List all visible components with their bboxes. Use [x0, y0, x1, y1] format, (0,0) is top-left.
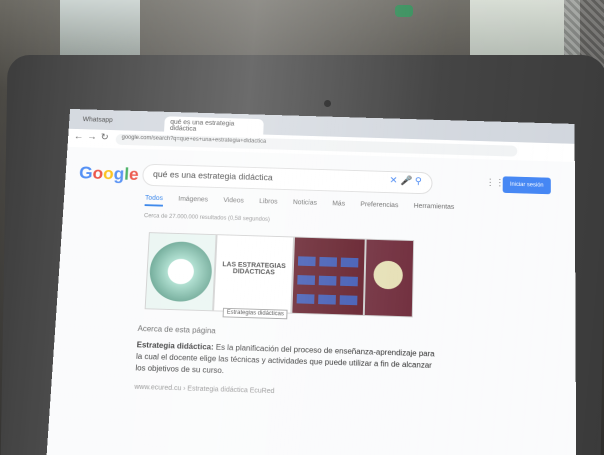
- image-title: LAS ESTRATEGIAS DIDÁCTICAS: [222, 261, 286, 277]
- mic-icon[interactable]: 🎤: [400, 176, 412, 186]
- search-icon[interactable]: ⚲: [415, 176, 422, 186]
- featured-snippet: Estrategia didáctica: Es la planificació…: [135, 340, 442, 384]
- tab-images[interactable]: Imágenes: [178, 196, 208, 203]
- photo-scene: Whatsapp qué es una estrategia didáctica…: [0, 0, 604, 455]
- image-result[interactable]: [363, 238, 415, 318]
- webcam: [324, 100, 331, 107]
- google-logo[interactable]: Google: [79, 164, 140, 185]
- forward-icon[interactable]: →: [87, 132, 97, 142]
- signin-button[interactable]: Iniciar sesión: [502, 176, 551, 195]
- laptop-screen: Whatsapp qué es una estrategia didáctica…: [46, 108, 577, 455]
- search-results-page: Google qué es una estrategia didáctica ✕…: [46, 146, 577, 455]
- tab-books[interactable]: Libros: [259, 198, 278, 205]
- background-object: [395, 5, 413, 17]
- snippet-term: Estrategia didáctica:: [136, 340, 214, 352]
- about-page-link[interactable]: Acerca de esta página: [137, 324, 215, 335]
- search-input[interactable]: qué es una estrategia didáctica ✕ 🎤 ⚲: [141, 163, 433, 195]
- result-source[interactable]: www.ecured.cu › Estrategia didáctica Ecu…: [134, 384, 274, 395]
- tab-videos[interactable]: Videos: [223, 197, 244, 204]
- clear-icon[interactable]: ✕: [389, 176, 397, 186]
- image-result[interactable]: LAS ESTRATEGIAS DIDÁCTICAS: [213, 234, 295, 314]
- search-query: qué es una estrategia didáctica: [152, 169, 273, 183]
- result-count: Cerca de 27.000.000 resultados (0,58 seg…: [143, 213, 270, 223]
- tab-all[interactable]: Todos: [144, 194, 164, 207]
- tooltip: Estrategias didácticas: [222, 307, 288, 320]
- tab-more[interactable]: Más: [332, 201, 345, 208]
- reload-icon[interactable]: ↻: [100, 132, 109, 142]
- image-results: LAS ESTRATEGIAS DIDÁCTICAS: [144, 232, 439, 326]
- tab-news[interactable]: Noticias: [293, 199, 317, 206]
- background-window: [60, 0, 140, 60]
- back-icon[interactable]: ←: [74, 132, 84, 142]
- image-result[interactable]: [291, 236, 366, 316]
- search-tabs: Todos Imágenes Videos Libros Noticias Má…: [144, 194, 468, 211]
- image-result[interactable]: [144, 232, 217, 312]
- tab-tools[interactable]: Herramientas: [414, 203, 455, 211]
- tab-preferences[interactable]: Preferencias: [360, 201, 398, 209]
